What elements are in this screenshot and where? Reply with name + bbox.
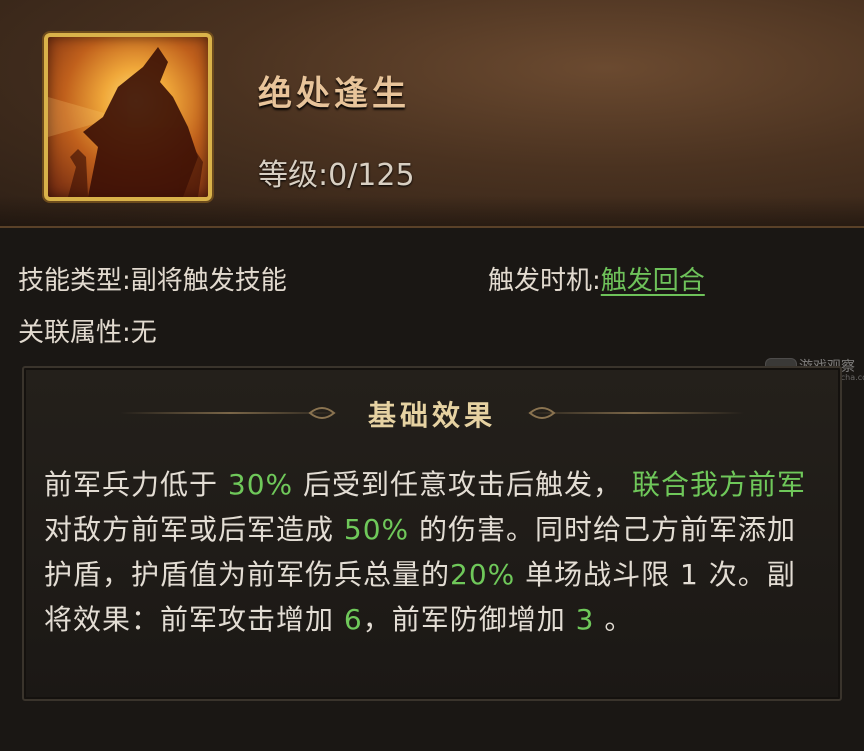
beast-warrior-icon [48,47,203,197]
attribute-value: 无 [130,318,157,348]
skill-type-row: 技能类型:副将触发技能 [18,260,287,297]
level-label: 等级: [258,158,329,193]
effect-description: 前军兵力低于 30% 后受到任意攻击后触发， 联合我方前军 对敌方前军或后军造成… [44,462,824,642]
trigger-timing-link[interactable]: 触发回合 [601,266,705,296]
effect-highlight: 3 [575,603,595,636]
skill-type-value: 副将触发技能 [130,266,287,296]
effect-text-segment: 前军兵力低于 [44,468,228,501]
effect-text-segment: 后受到任意攻击后触发， [293,468,632,501]
skill-name: 绝处逢生 [258,74,410,114]
skill-level: 等级:0/125 [258,150,415,194]
attribute-label: 关联属性: [18,318,131,348]
effect-text-segment: 对敌方前军或后军造成 [44,513,344,546]
effect-highlight: 6 [343,603,363,636]
skill-type-label: 技能类型: [18,266,131,296]
effect-text-segment: 。 [594,603,634,636]
skill-icon [44,33,212,201]
effect-highlight: 联合我方前军 [631,468,806,501]
attribute-row: 关联属性:无 [18,312,157,349]
effect-highlight: 20% [450,558,516,591]
trigger-timing-row: 触发时机:触发回合 [488,260,705,297]
effect-title: 基础效果 [367,399,496,432]
effect-text-segment: ，前军防御增加 [362,603,576,636]
effect-highlight: 50% [343,513,410,546]
level-value: 0/125 [328,158,415,193]
trigger-timing-label: 触发时机: [488,266,601,296]
effect-highlight: 30% [227,468,294,501]
